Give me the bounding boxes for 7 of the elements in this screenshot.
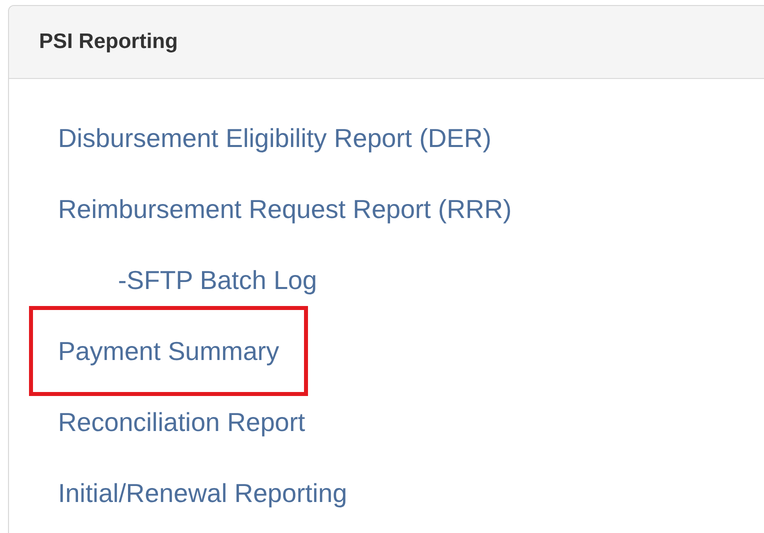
report-link[interactable]: Payment Summary [29,306,308,396]
report-link[interactable]: -SFTP Batch Log [118,260,317,298]
panel-title: PSI Reporting [39,29,178,56]
report-link[interactable]: Reconciliation Report [58,402,306,440]
report-link[interactable]: Disbursement Eligibility Report (DER) [58,118,492,156]
report-link[interactable]: Reimbursement Request Report (RRR) [58,190,512,228]
report-link[interactable]: Initial/Renewal Reporting [58,474,348,512]
